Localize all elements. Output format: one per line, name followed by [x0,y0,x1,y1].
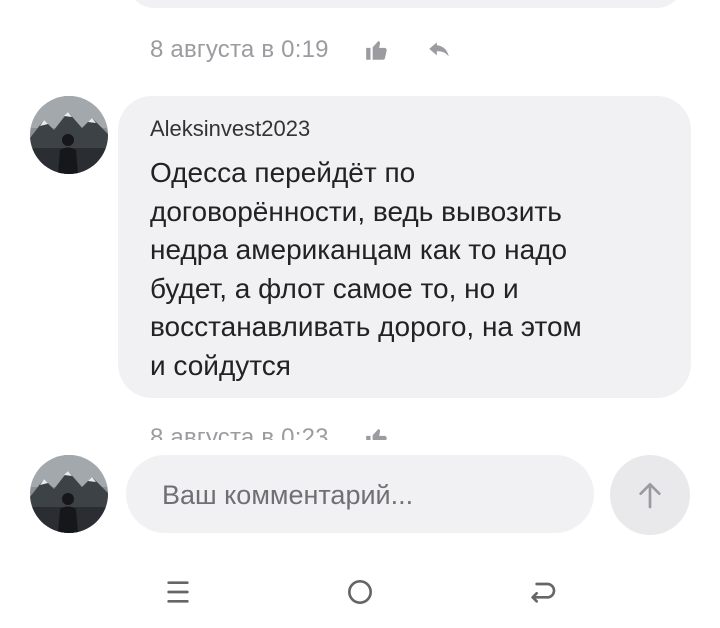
send-button[interactable] [610,455,690,535]
menu-icon [167,581,189,603]
home-button[interactable] [330,562,390,622]
previous-comment-timestamp: 8 августа в 0:19 [150,36,329,63]
back-icon [531,582,556,603]
reply-icon[interactable] [425,36,453,64]
thumbs-up-icon[interactable] [363,424,391,440]
comment-text: Одесса перейдёт по договорённости, ведь … [150,157,582,381]
back-button[interactable] [512,562,572,622]
thumbs-up-icon[interactable] [363,36,391,64]
system-navigation-bar [0,562,720,622]
comment-timestamp: 8 августа в 0:23 [150,424,329,440]
previous-comment-meta: 8 августа в 0:19 [150,36,453,64]
comment-meta: 8 августа в 0:23 [150,424,391,440]
comment-input-container[interactable] [126,455,594,535]
arrow-up-icon [639,483,661,509]
previous-comment-bubble [128,0,683,8]
comment-input[interactable] [160,455,584,535]
composer-avatar [30,455,108,533]
recent-apps-button[interactable] [148,562,208,622]
comment-author[interactable]: Aleksinvest2023 [150,116,310,142]
comment-meta-clip: 8 августа в 0:23 [0,424,720,440]
home-icon [348,580,372,604]
commenter-avatar[interactable] [30,96,108,174]
